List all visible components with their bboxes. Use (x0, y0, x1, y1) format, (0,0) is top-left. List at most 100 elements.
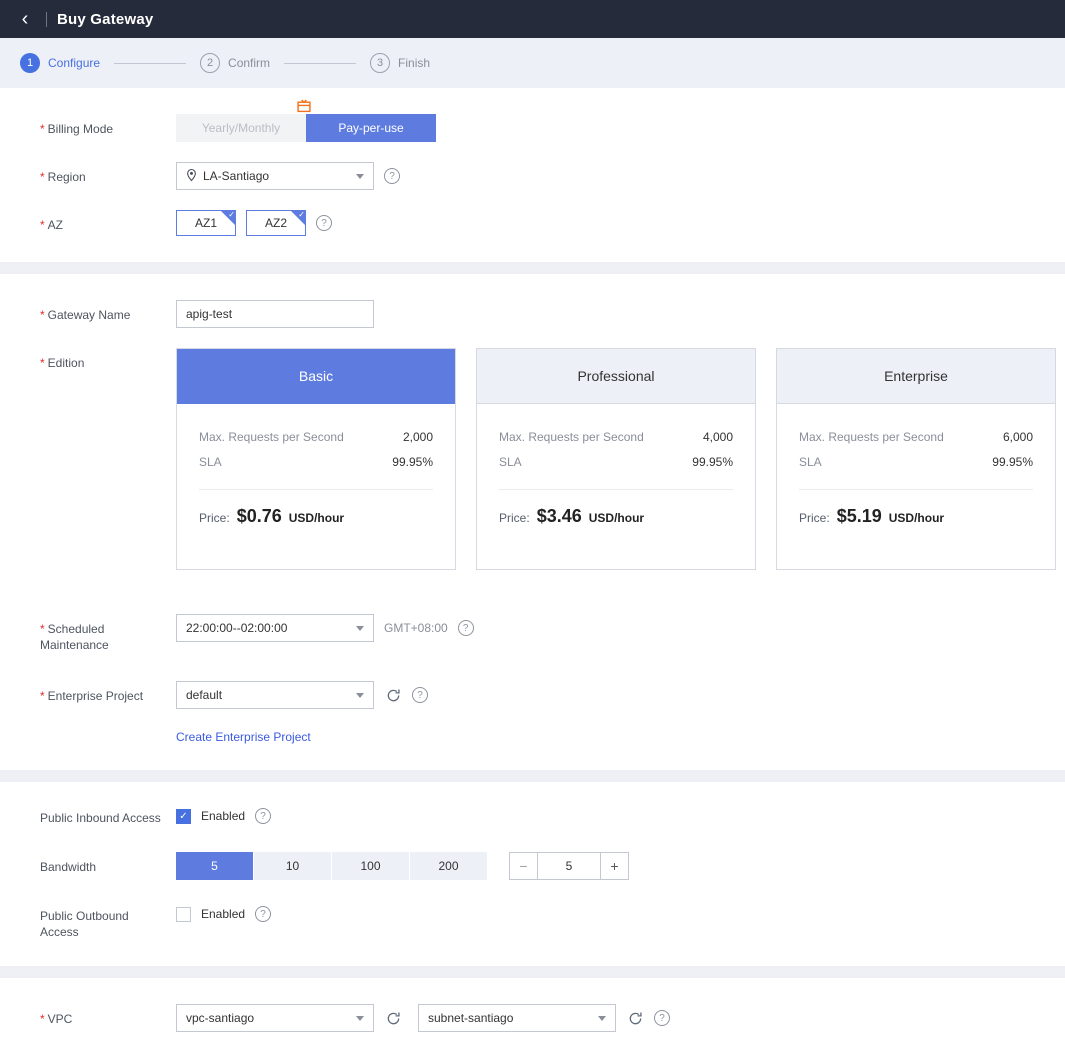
billing-mode-row: *Billing Mode Yearly/Monthly Pay-per-use (40, 114, 1065, 142)
step-indicator: 1 Configure 2 Confirm 3 Finish (0, 38, 1065, 88)
az1-button-label: AZ1 (195, 216, 217, 230)
public-outbound-row: Public Outbound Access Enabled ? (40, 906, 1065, 940)
step-connector (114, 63, 186, 64)
public-outbound-help-icon[interactable]: ? (255, 906, 271, 922)
back-icon[interactable]: ‹ (14, 8, 36, 30)
maintenance-window-select[interactable]: 22:00:00--02:00:00 (176, 614, 374, 642)
edition-card-enterprise-body: Max. Requests per Second 6,000 SLA 99.95… (777, 404, 1055, 569)
scheduled-maintenance-row: *Scheduled Maintenance 22:00:00--02:00:0… (40, 614, 1065, 653)
az2-button-label: AZ2 (265, 216, 287, 230)
bandwidth-option-10[interactable]: 10 (254, 852, 331, 880)
step-confirm-label: Confirm (228, 56, 270, 70)
refresh-icon[interactable] (384, 686, 402, 704)
promo-tag-icon (297, 99, 311, 116)
scheduled-maintenance-label: *Scheduled Maintenance (40, 614, 176, 653)
bandwidth-stepper: − 5 + (509, 852, 629, 880)
required-asterisk: * (40, 218, 45, 232)
bandwidth-stepper-value[interactable]: 5 (538, 853, 600, 879)
edition-card-list: Basic Max. Requests per Second 2,000 SLA… (176, 348, 1056, 570)
price-value: $0.76 (237, 506, 282, 527)
header-divider (46, 12, 47, 27)
public-inbound-enabled-label: Enabled (201, 809, 245, 823)
maintenance-help-icon[interactable]: ? (458, 620, 474, 636)
create-enterprise-project-link[interactable]: Create Enterprise Project (176, 730, 311, 744)
az1-button[interactable]: AZ1 ✓ (176, 210, 236, 236)
vpc-label: *VPC (40, 1004, 176, 1027)
bandwidth-options: 5 10 100 200 (176, 852, 487, 880)
bandwidth-option-5[interactable]: 5 (176, 852, 253, 880)
rps-value: 2,000 (403, 430, 433, 444)
edition-card-enterprise-title: Enterprise (777, 349, 1055, 404)
rps-label: Max. Requests per Second (799, 430, 944, 444)
chevron-down-icon (356, 626, 364, 631)
price-label: Price: (499, 511, 530, 525)
required-asterisk: * (40, 622, 45, 636)
enterprise-project-help-icon[interactable]: ? (412, 687, 428, 703)
rps-value: 4,000 (703, 430, 733, 444)
price-unit: USD/hour (889, 511, 944, 525)
price-unit: USD/hour (589, 511, 644, 525)
edition-card-basic[interactable]: Basic Max. Requests per Second 2,000 SLA… (176, 348, 456, 570)
page-title: Buy Gateway (57, 11, 153, 28)
required-asterisk: * (40, 170, 45, 184)
card-divider (199, 489, 433, 490)
gateway-name-input[interactable] (176, 300, 374, 328)
timezone-text: GMT+08:00 (384, 621, 448, 635)
price-value: $5.19 (837, 506, 882, 527)
stepper-plus-button[interactable]: + (600, 853, 628, 879)
required-asterisk: * (40, 689, 45, 703)
edition-label: *Edition (40, 348, 176, 371)
enterprise-project-select[interactable]: default (176, 681, 374, 709)
step-finish: 3 Finish (370, 53, 430, 73)
subnet-select-value: subnet-santiago (428, 1011, 592, 1025)
vpc-refresh-icon[interactable] (384, 1009, 402, 1027)
step-configure-label: Configure (48, 56, 100, 70)
section-vpc: *VPC vpc-santiago subnet-santiago ? (0, 978, 1065, 1058)
enterprise-project-value: default (186, 688, 350, 702)
section-network-access: Public Inbound Access ✓ Enabled ? Bandwi… (0, 782, 1065, 966)
region-select[interactable]: LA-Santiago (176, 162, 374, 190)
page-header: ‹ Buy Gateway (0, 0, 1065, 38)
chevron-down-icon (356, 693, 364, 698)
billing-pay-per-use-button[interactable]: Pay-per-use (306, 114, 436, 142)
bandwidth-row: Bandwidth 5 10 100 200 − 5 + (40, 852, 1065, 880)
public-outbound-checkbox[interactable] (176, 907, 191, 922)
gateway-name-label: *Gateway Name (40, 300, 176, 323)
step-finish-label: Finish (398, 56, 430, 70)
edition-card-professional[interactable]: Professional Max. Requests per Second 4,… (476, 348, 756, 570)
vpc-help-icon[interactable]: ? (654, 1010, 670, 1026)
vpc-select[interactable]: vpc-santiago (176, 1004, 374, 1032)
az-help-icon[interactable]: ? (316, 215, 332, 231)
required-asterisk: * (40, 1012, 45, 1026)
bandwidth-option-100[interactable]: 100 (332, 852, 409, 880)
vpc-select-value: vpc-santiago (186, 1011, 350, 1025)
edition-card-enterprise[interactable]: Enterprise Max. Requests per Second 6,00… (776, 348, 1056, 570)
vpc-row: *VPC vpc-santiago subnet-santiago ? (40, 1004, 1065, 1032)
stepper-minus-button[interactable]: − (510, 853, 538, 879)
edition-card-professional-title: Professional (477, 349, 755, 404)
chevron-down-icon (598, 1016, 606, 1021)
sla-label: SLA (199, 455, 222, 469)
sla-value: 99.95% (992, 455, 1033, 469)
price-value: $3.46 (537, 506, 582, 527)
billing-yearly-monthly-button[interactable]: Yearly/Monthly (176, 114, 306, 142)
chevron-down-icon (356, 174, 364, 179)
maintenance-window-value: 22:00:00--02:00:00 (186, 621, 350, 635)
section-gateway-settings: *Gateway Name *Edition Basic Max. Reques… (0, 274, 1065, 770)
bandwidth-option-200[interactable]: 200 (410, 852, 487, 880)
public-inbound-checkbox[interactable]: ✓ (176, 809, 191, 824)
enterprise-project-row: *Enterprise Project default ? Create Ent… (40, 681, 1065, 744)
required-asterisk: * (40, 122, 45, 136)
region-help-icon[interactable]: ? (384, 168, 400, 184)
public-inbound-help-icon[interactable]: ? (255, 808, 271, 824)
region-row: *Region LA-Santiago ? (40, 162, 1065, 190)
card-divider (499, 489, 733, 490)
check-icon: ✓ (298, 210, 305, 220)
subnet-refresh-icon[interactable] (626, 1009, 644, 1027)
subnet-select[interactable]: subnet-santiago (418, 1004, 616, 1032)
edition-card-basic-title: Basic (177, 349, 455, 404)
price-unit: USD/hour (289, 511, 344, 525)
sla-label: SLA (799, 455, 822, 469)
az2-button[interactable]: AZ2 ✓ (246, 210, 306, 236)
edition-row: *Edition Basic Max. Requests per Second … (40, 348, 1065, 570)
